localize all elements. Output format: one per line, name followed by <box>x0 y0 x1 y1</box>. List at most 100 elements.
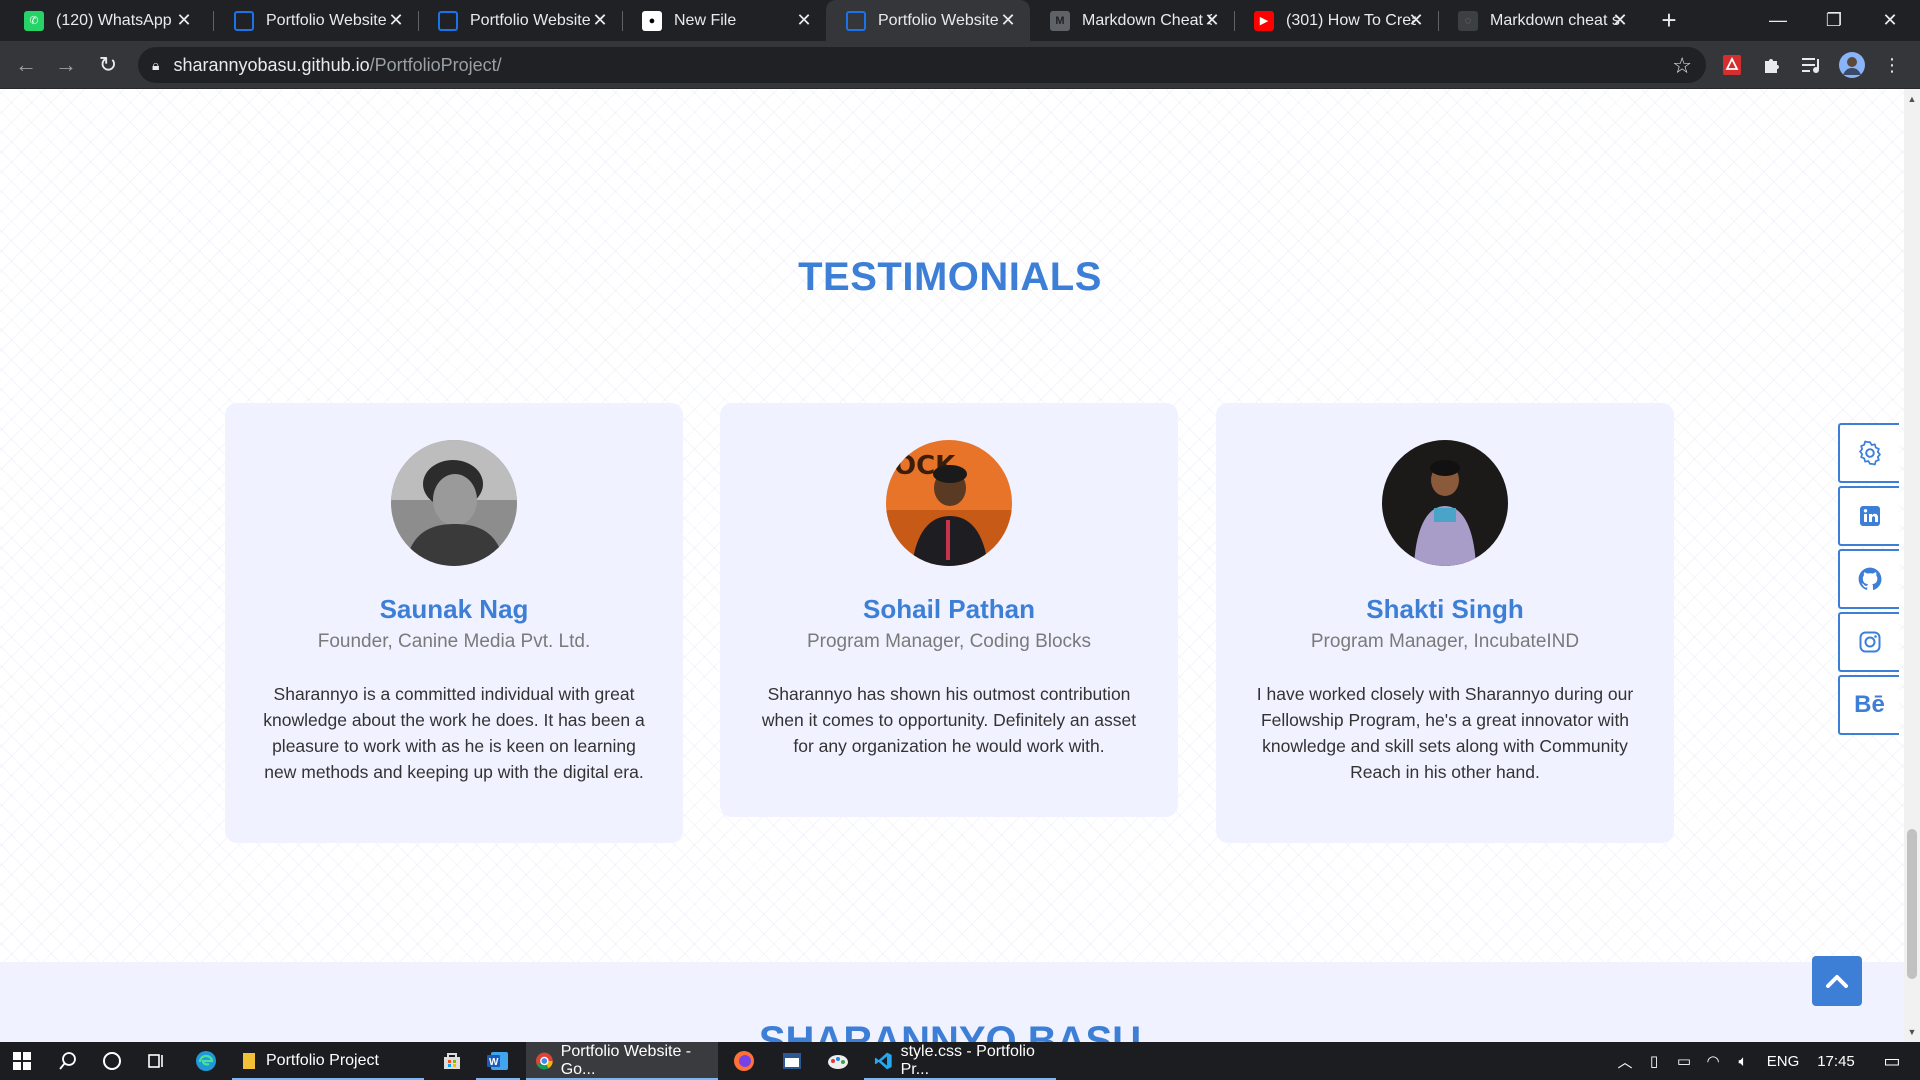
close-icon[interactable]: ✕ <box>386 10 406 30</box>
instagram-link[interactable] <box>1838 612 1899 672</box>
scroll-to-top-button[interactable] <box>1812 956 1862 1006</box>
section-title: TESTIMONIALS <box>798 255 1102 299</box>
behance-link[interactable]: Bē <box>1838 675 1899 735</box>
more-menu-icon[interactable]: ⋮ <box>1878 51 1906 79</box>
word-button[interactable]: W <box>476 1042 520 1080</box>
profile-avatar[interactable] <box>1838 51 1866 79</box>
minimize-button[interactable]: ― <box>1750 0 1806 41</box>
close-window-button[interactable]: ✕ <box>1862 0 1918 41</box>
reload-button[interactable]: ↻ <box>94 51 122 79</box>
close-icon[interactable]: ✕ <box>590 10 610 30</box>
tab-label: (120) WhatsApp <box>56 11 172 29</box>
extensions-puzzle-icon[interactable] <box>1758 51 1786 79</box>
windows-taskbar: Portfolio Project W Portfolio Website - … <box>0 1042 1920 1080</box>
url-host: sharannyobasu.github.io <box>173 54 370 75</box>
testimonial-role: Founder, Canine Media Pvt. Ltd. <box>317 631 591 652</box>
markdown-icon: M <box>1050 10 1070 31</box>
wifi-icon[interactable]: ◠ <box>1698 1052 1728 1070</box>
testimonial-card: Shakti Singh Program Manager, IncubateIN… <box>1216 403 1674 843</box>
tab-label: New File <box>674 11 737 29</box>
linkedin-icon <box>1859 506 1880 526</box>
scroll-down-arrow-icon[interactable]: ▼ <box>1904 1024 1920 1040</box>
scrollbar-thumb[interactable] <box>1907 829 1917 979</box>
tab-label: Portfolio Website <box>878 11 999 29</box>
tab-portfolio-active[interactable]: Portfolio Website ✕ <box>826 0 1030 41</box>
close-icon[interactable]: ✕ <box>794 10 814 30</box>
github-icon <box>1858 567 1881 590</box>
whatsapp-icon: ✆ <box>24 10 44 31</box>
avatar <box>1382 440 1508 566</box>
scroll-up-arrow-icon[interactable]: ▲ <box>1904 91 1920 107</box>
notifications-icon[interactable]: ▭ <box>1864 1051 1920 1072</box>
store-button[interactable] <box>430 1042 474 1080</box>
store-icon <box>444 1053 460 1069</box>
markdown-icon: ◌ <box>1458 10 1478 31</box>
start-button[interactable] <box>0 1042 44 1080</box>
tab-label: Portfolio Website <box>470 11 591 29</box>
vscode-icon <box>874 1052 892 1070</box>
firefox-button[interactable] <box>722 1042 766 1080</box>
tab-portfolio-1[interactable]: Portfolio Website ✕ <box>214 0 418 41</box>
media-control-icon[interactable] <box>1798 51 1826 79</box>
browser-toolbar: ← → ↻ 🔒︎ sharannyobasu.github.io/Portfol… <box>0 41 1920 89</box>
language-indicator[interactable]: ENG <box>1758 1053 1808 1070</box>
paint-icon <box>828 1055 848 1069</box>
back-button[interactable]: ← <box>12 51 40 79</box>
cortana-icon <box>103 1052 121 1070</box>
chrome-icon <box>536 1052 553 1070</box>
calendar-app-button[interactable] <box>770 1042 814 1080</box>
tab-new-file[interactable]: ● New File ✕ <box>622 0 826 41</box>
avatar: OCK <box>886 440 1012 566</box>
forward-button[interactable]: → <box>52 51 80 79</box>
device-icon[interactable]: ▯ <box>1638 1052 1670 1070</box>
edge-button[interactable] <box>184 1042 228 1080</box>
volume-icon[interactable]: 🔈︎ <box>1728 1053 1758 1070</box>
task-view-button[interactable] <box>134 1042 178 1080</box>
restore-button[interactable]: ❐ <box>1806 0 1862 41</box>
tab-markdown-2[interactable]: ◌ Markdown cheat s ✕ <box>1438 0 1642 41</box>
testimonial-role: Program Manager, IncubateIND <box>1310 631 1580 652</box>
battery-icon[interactable]: ▭ <box>1670 1052 1698 1070</box>
search-button[interactable] <box>46 1042 90 1080</box>
lock-icon[interactable]: 🔒︎ <box>152 57 159 74</box>
task-view-icon <box>148 1054 163 1068</box>
close-icon[interactable]: ✕ <box>1406 10 1426 30</box>
settings-button[interactable] <box>1838 423 1899 483</box>
taskbar-app-chrome[interactable]: Portfolio Website - Go... <box>526 1042 718 1080</box>
gear-icon <box>1858 440 1881 466</box>
new-tab-button[interactable]: + <box>1655 5 1683 35</box>
close-icon[interactable]: ✕ <box>998 10 1018 30</box>
tab-youtube[interactable]: ▶ (301) How To Crea ✕ <box>1234 0 1438 41</box>
linkedin-link[interactable] <box>1838 486 1899 546</box>
behance-icon: Bē <box>1854 691 1885 718</box>
testimonial-name: Sohail Pathan <box>863 594 1035 624</box>
testimonial-quote: Sharannyo has shown his outmost contribu… <box>761 684 1137 756</box>
github-link[interactable] <box>1838 549 1899 609</box>
paint-app-button[interactable] <box>816 1042 860 1080</box>
chevron-up-icon <box>1826 975 1848 988</box>
search-icon <box>59 1052 76 1070</box>
next-section-title: SHARANNYO BASU <box>758 1019 1142 1042</box>
clock[interactable]: 17:45 <box>1808 1053 1864 1070</box>
close-icon[interactable]: ✕ <box>1610 10 1630 30</box>
pdf-extension-icon[interactable] <box>1718 51 1746 79</box>
windows-logo-icon <box>13 1052 31 1070</box>
page-scrollbar[interactable]: ▲ ▼ <box>1904 89 1920 1042</box>
page-viewport: TESTIMONIALS Saunak Nag Founder, Canine … <box>0 89 1904 1042</box>
address-bar[interactable]: 🔒︎ sharannyobasu.github.io/PortfolioProj… <box>138 47 1706 83</box>
taskbar-app-label: Portfolio Website - Go... <box>560 1043 692 1078</box>
tab-label: Portfolio Website <box>266 11 387 29</box>
close-icon[interactable]: ✕ <box>174 10 194 30</box>
tab-portfolio-2[interactable]: Portfolio Website ✕ <box>418 0 622 41</box>
url-path: /PortfolioProject/ <box>369 54 502 75</box>
tab-whatsapp[interactable]: ✆ (120) WhatsApp ✕ <box>4 0 206 41</box>
calendar-icon <box>783 1053 801 1069</box>
tab-markdown-1[interactable]: M Markdown Cheat S ✕ <box>1030 0 1234 41</box>
bookmark-star-icon[interactable]: ☆ <box>1672 53 1692 79</box>
portfolio-icon <box>234 10 254 31</box>
show-hidden-icons-chevron-up-icon[interactable]: ︿ <box>1612 1051 1638 1072</box>
close-icon[interactable]: ✕ <box>1202 10 1222 30</box>
taskbar-app-file-explorer[interactable]: Portfolio Project <box>232 1042 424 1080</box>
cortana-button[interactable] <box>90 1042 134 1080</box>
taskbar-app-vscode[interactable]: style.css - Portfolio Pr... <box>864 1042 1056 1080</box>
